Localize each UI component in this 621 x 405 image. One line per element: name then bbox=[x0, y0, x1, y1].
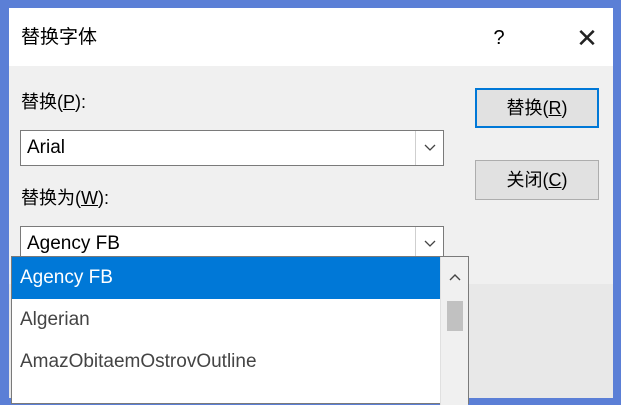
replace-with-label: 替换为(W): bbox=[21, 184, 109, 210]
list-item-agency-fb[interactable]: Agency FB bbox=[12, 257, 440, 299]
close-button[interactable]: 关闭(C) bbox=[475, 160, 599, 200]
close-button-suffix: ) bbox=[561, 170, 568, 190]
close-icon[interactable]: ✕ bbox=[565, 16, 609, 60]
scrollbar-thumb[interactable] bbox=[447, 301, 463, 331]
replace-label-suffix: ): bbox=[75, 92, 87, 112]
with-label-prefix: 替换为( bbox=[21, 188, 81, 208]
replace-button-prefix: 替换( bbox=[506, 98, 549, 118]
with-label-suffix: ): bbox=[98, 188, 109, 208]
close-button-key: C bbox=[548, 170, 562, 190]
title-bar: 替换字体 ? ✕ bbox=[9, 8, 613, 66]
chevron-up-icon[interactable] bbox=[441, 263, 469, 291]
replace-button[interactable]: 替换(R) bbox=[475, 88, 599, 128]
list-item-amazobitaem[interactable]: AmazObitaemOstrovOutline bbox=[12, 341, 440, 383]
replace-label-key: P bbox=[63, 92, 76, 112]
replace-button-suffix: ) bbox=[561, 98, 568, 118]
list-item-algerian[interactable]: Algerian bbox=[12, 299, 440, 341]
replace-label-prefix: 替换( bbox=[21, 92, 63, 112]
replace-font-value: Arial bbox=[27, 137, 66, 158]
close-button-prefix: 关闭( bbox=[506, 170, 549, 190]
help-button[interactable]: ? bbox=[479, 16, 519, 60]
chevron-down-icon[interactable] bbox=[415, 131, 443, 165]
with-label-key: W bbox=[81, 188, 98, 208]
replace-button-key: R bbox=[548, 98, 562, 118]
replace-with-value: Agency FB bbox=[27, 233, 120, 254]
replace-label: 替换(P): bbox=[21, 88, 86, 114]
dialog-title: 替换字体 bbox=[21, 27, 98, 48]
font-dropdown-list[interactable]: Agency FB Algerian AmazObitaemOstrovOutl… bbox=[11, 256, 469, 405]
replace-font-combobox[interactable]: Arial bbox=[20, 130, 444, 166]
dropdown-scrollbar[interactable] bbox=[440, 257, 468, 405]
